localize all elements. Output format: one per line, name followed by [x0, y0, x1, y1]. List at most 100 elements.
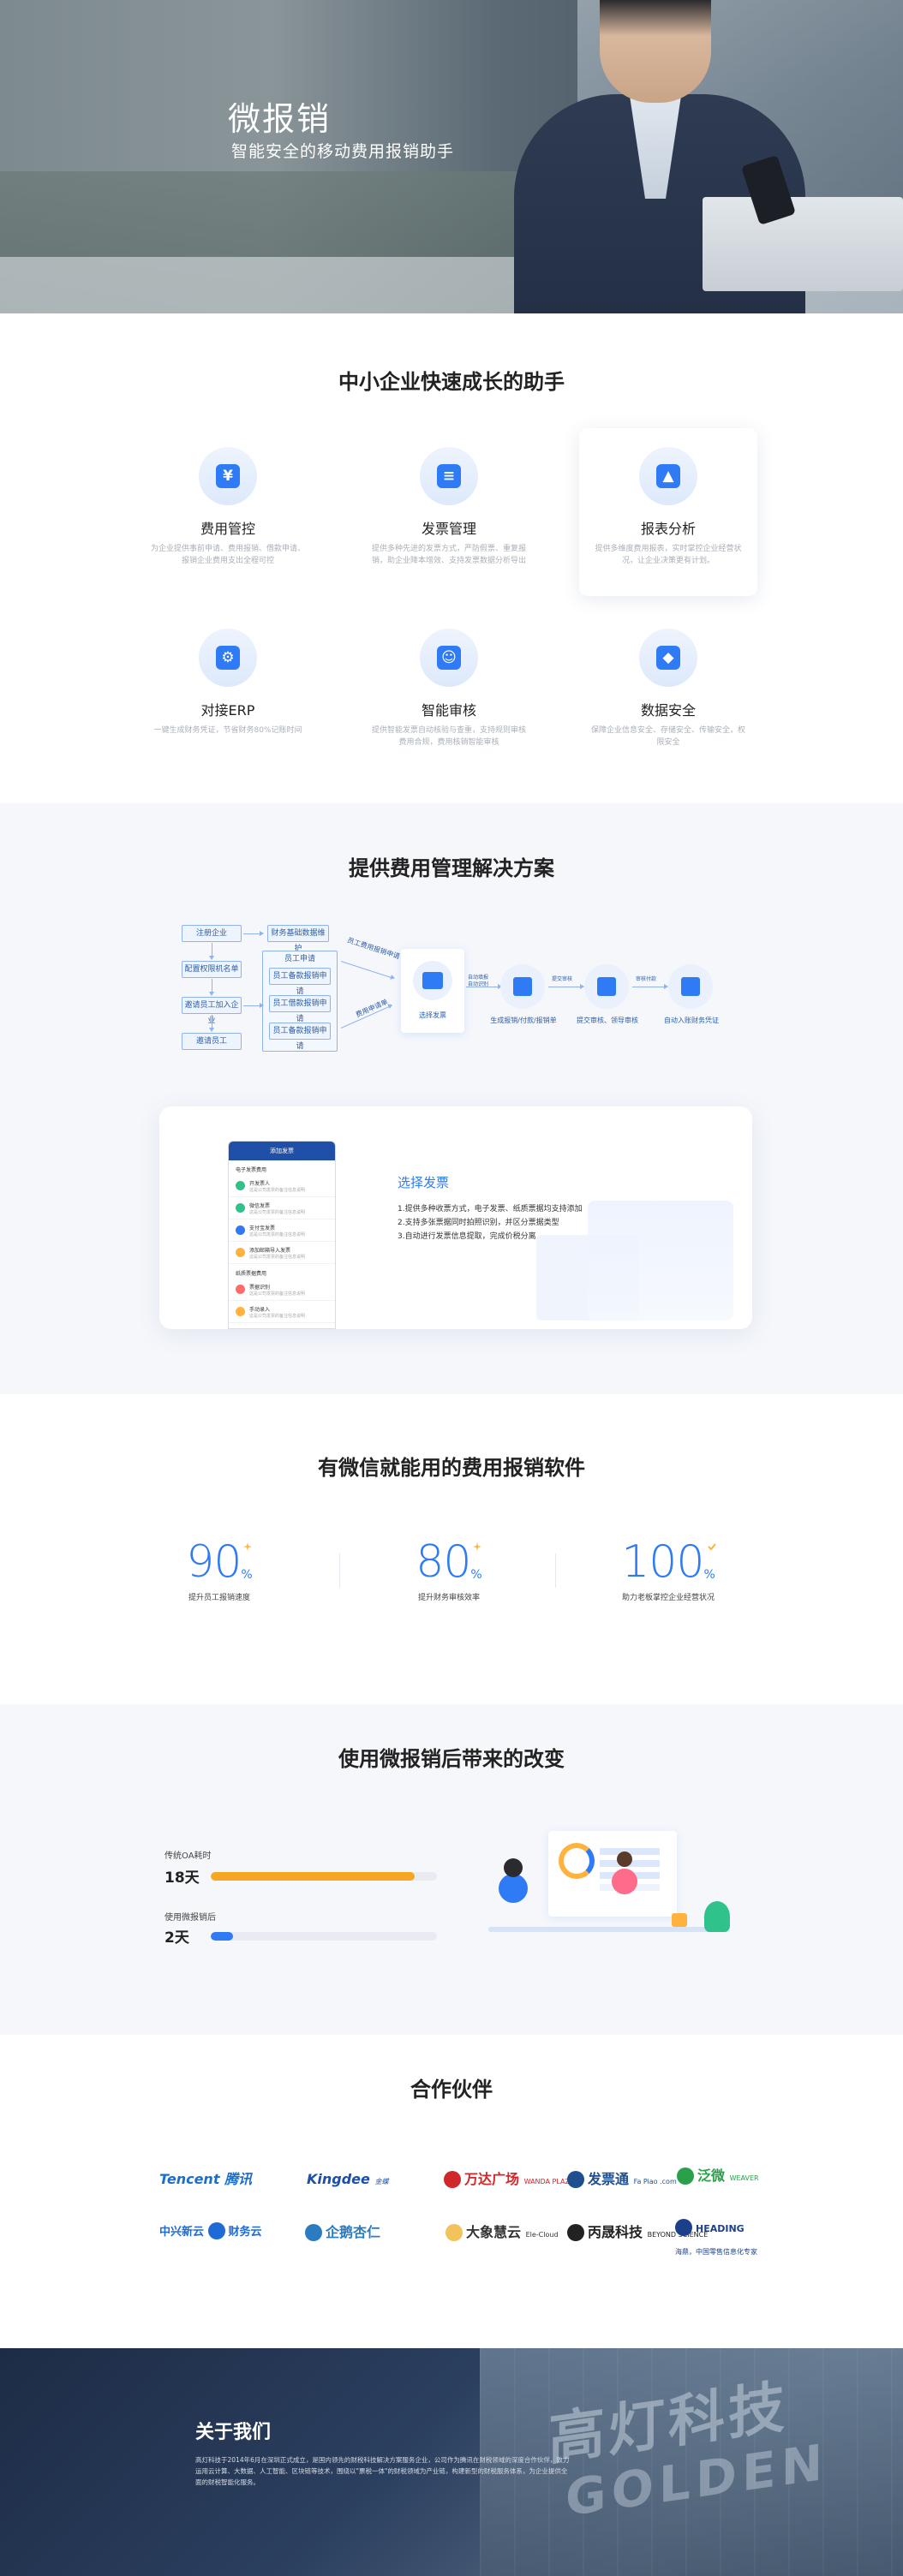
- progress-track: [211, 1932, 437, 1941]
- bag-icon: [672, 1913, 687, 1927]
- flow-arrow: [243, 931, 264, 936]
- document-icon: [513, 977, 532, 996]
- flow-box-apply-1: 员工备款报销申请: [269, 968, 331, 996]
- edit-icon: [236, 1307, 245, 1316]
- flow-box-apply-2: 员工借款报销申请: [269, 995, 331, 1023]
- stat-number: 90: [186, 1536, 242, 1588]
- phone-group-label: 电子发票费用: [236, 1167, 267, 1173]
- stat-percent: %: [703, 1568, 715, 1582]
- flow-step-review: [584, 964, 629, 1009]
- feature-card-invoice[interactable]: ≡ 发票管理 提供多种先进的发票方式，严防假票、重复报销，助企业降本增效、支持发…: [360, 428, 538, 596]
- hero-person-head: [600, 0, 711, 103]
- stat-number: 100: [621, 1536, 704, 1588]
- flow-box-apply-3: 员工备款报销申请: [269, 1023, 331, 1051]
- feature-title: 费用管控: [200, 521, 255, 537]
- list-item[interactable]: 票据识别 这是公司发票的备注信息说明: [229, 1279, 335, 1301]
- phone-mockup: 添加发票 电子发票费用 开发票人 这是公司发票的备注信息说明 微信发票 这是公司发票…: [228, 1141, 336, 1329]
- qiexingren-icon: [305, 2224, 322, 2241]
- list-item[interactable]: 添加邮箱导入发票 这是公司发票的备注信息说明: [229, 1242, 335, 1264]
- flow-step-voucher: [668, 964, 713, 1009]
- feature-title: 数据安全: [640, 702, 696, 719]
- sparkle-icon: [243, 1538, 252, 1551]
- feature-card-erp[interactable]: ⚙ 对接ERP 一键生成财务凭证，节省财务80%记账时间: [139, 610, 317, 778]
- list-item[interactable]: 开发票人 这是公司发票的备注信息说明: [229, 1175, 335, 1197]
- logo-weaver: 泛微 WEAVER: [677, 2165, 759, 2187]
- mail-icon: [236, 1248, 245, 1257]
- stat-caption: 助力老板掌控企业经营状况: [621, 1594, 715, 1602]
- wechat-icon: [236, 1203, 245, 1213]
- list-item[interactable]: 手动录入 这是公司发票的备注信息说明: [229, 1301, 335, 1323]
- bar-label: 传统OA耗时: [164, 1852, 212, 1861]
- shield-icon: ◆: [656, 646, 680, 670]
- feature-desc: 为企业提供事前申请、费用报销、借款申请、报销企业费用支出全程可控: [151, 545, 306, 565]
- progress-fill: [211, 1872, 415, 1881]
- flow-box-invite: 邀请员工: [182, 1033, 242, 1050]
- voucher-icon: [681, 977, 700, 996]
- yen-icon: ¥: [216, 464, 240, 488]
- weaver-icon: [677, 2168, 694, 2185]
- team-illustration: [480, 1824, 745, 1953]
- desk: [488, 1927, 711, 1932]
- phone-group-label: 纸质票据费用: [236, 1271, 267, 1277]
- logo-zte-cloud: 中兴新云 财务云: [159, 2221, 262, 2244]
- flow-label: 审核付款: [636, 976, 657, 982]
- flow-box-register: 注册企业: [182, 925, 242, 942]
- logo-heading: HEADING 海鼎，中国零售信息化专家: [675, 2218, 757, 2256]
- features-title: 中小企业快速成长的助手: [338, 370, 565, 394]
- logo-ele-cloud: 大象慧云 Ele-Cloud: [446, 2221, 559, 2244]
- elephant-icon: [446, 2224, 463, 2241]
- wechat-icon: [236, 1181, 245, 1190]
- flow-box-permissions: 配置权限机名单: [182, 961, 242, 978]
- heading-icon: [675, 2219, 692, 2236]
- flow-box-invite-join: 邀请员工加入企业: [182, 997, 242, 1025]
- plant-icon: [704, 1901, 730, 1932]
- partners-title: 合作伙伴: [410, 2078, 493, 2102]
- demo-line: 1.提供多种收票方式，电子发票、纸质票据均支持添加: [398, 1205, 583, 1213]
- alipay-icon: [236, 1225, 245, 1235]
- feature-title: 智能审核: [421, 702, 476, 719]
- fapiao-icon: [567, 2171, 584, 2188]
- feature-card-security[interactable]: ◆ 数据安全 保障企业信息安全、存储安全、传输安全，权限安全: [579, 610, 757, 778]
- list-item[interactable]: 微信发票 这是公司发票的备注信息说明: [229, 1197, 335, 1219]
- feature-card-report[interactable]: ▲ 报表分析 提供多维度费用报表，实时掌控企业经营状况，让企业决策更有计划。: [579, 428, 757, 596]
- beyond-icon: [567, 2224, 584, 2241]
- invoice-icon: ≡: [437, 464, 461, 488]
- feature-desc: 保障企业信息安全、存储安全、传输安全，权限安全: [591, 726, 746, 747]
- bar-label: 使用微报销后: [164, 1913, 216, 1923]
- bar-value: 2天: [164, 1929, 189, 1947]
- sparkle-icon: [473, 1538, 481, 1551]
- stat-number: 80: [416, 1536, 471, 1588]
- feature-card-expense[interactable]: ¥ 费用管控 为企业提供事前申请、费用报销、借款申请、报销企业费用支出全程可控: [139, 428, 317, 596]
- stat-caption: 提升员工报销速度: [188, 1594, 250, 1602]
- check-icon: [708, 1538, 716, 1551]
- dashboard-board: [548, 1831, 677, 1917]
- stat-item: 80% 提升财务审核效率: [363, 1536, 535, 1602]
- feature-desc: 提供多维度费用报表，实时掌控企业经营状况，让企业决策更有计划。: [595, 545, 742, 565]
- stat-item: 100% 助力老板掌控企业经营状况: [583, 1536, 754, 1602]
- logo-fapiaotong: 发票通 Fa Piao .com: [567, 2168, 677, 2191]
- logo-wanda: 万达广场 WANDA PLAZA: [444, 2168, 574, 2191]
- about-title: 关于我们: [195, 2422, 272, 2443]
- invoice-illustration: [588, 1201, 733, 1321]
- flow-label: 提交审核: [552, 976, 573, 982]
- cloud-icon: [207, 2222, 225, 2239]
- flow-card-select-invoice: 选择发票: [401, 949, 464, 1033]
- stat-caption: 提升财务审核效率: [417, 1594, 480, 1602]
- stats-title: 有微信就能用的费用报销软件: [318, 1456, 585, 1480]
- hero-laptop: [703, 197, 903, 291]
- feature-title: 对接ERP: [200, 702, 255, 719]
- logo-kingdee: Kingdee 金蝶: [307, 2171, 389, 2187]
- flow-step-caption: 生成报销/付款/报销单: [490, 1017, 557, 1024]
- feature-desc: 提供多种先进的发票方式，严防假票、重复报销，助企业降本增效、支持发票数据分析导出: [372, 545, 527, 565]
- feature-desc: 一键生成财务凭证，节省财务80%记账时间: [153, 726, 302, 735]
- hero-banner: 微报销 智能安全的移动费用报销助手: [0, 0, 903, 313]
- feature-card-audit[interactable]: ☺ 智能审核 提供智能发票自动核验与查重，支持规则审核费用合规，费用核销智能审核: [360, 610, 538, 778]
- about-text: 高灯科技于2014年6月在深圳正式成立，是国内领先的财税科技解决方案服务企业，公…: [195, 2456, 570, 2486]
- hero-subtitle: 智能安全的移动费用报销助手: [231, 142, 455, 161]
- wanda-icon: [444, 2171, 461, 2188]
- list-item[interactable]: 支付宝发票 这是公司发票的备注信息说明: [229, 1219, 335, 1242]
- user-icon: ☺: [437, 646, 461, 670]
- demo-line: 3.自动进行发票信息提取，完成价税分离: [398, 1232, 536, 1241]
- progress-track: [211, 1872, 437, 1881]
- stat-percent: %: [241, 1568, 253, 1582]
